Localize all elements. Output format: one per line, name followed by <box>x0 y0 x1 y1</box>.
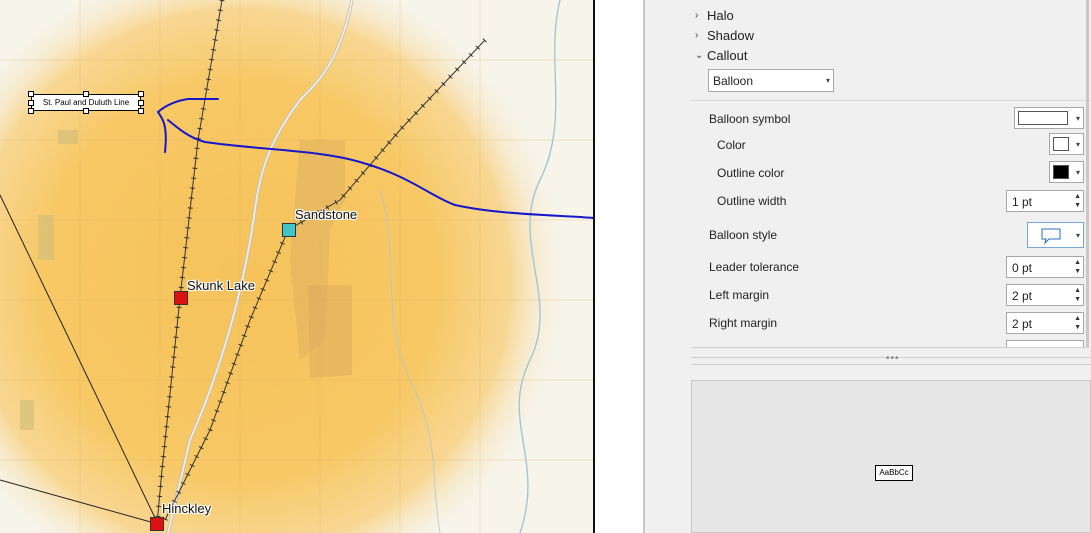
selection-handle[interactable] <box>28 100 34 106</box>
chevron-right-icon: › <box>695 29 699 41</box>
spin-down-icon[interactable]: ▼ <box>1074 268 1081 276</box>
speech-balloon-icon <box>1041 228 1061 245</box>
city-marker-sandstone[interactable] <box>282 223 296 237</box>
symbol-preview: AaBbCc <box>691 380 1091 533</box>
spin-down-icon[interactable]: ▼ <box>1074 324 1081 332</box>
chevron-down-icon: ▾ <box>1075 114 1080 123</box>
symbol-swatch <box>1018 111 1068 125</box>
spin-down-icon[interactable]: ▼ <box>1074 202 1081 210</box>
outline-color-swatch <box>1053 165 1069 179</box>
leader-tolerance-spinner[interactable]: 0 pt ▲ ▼ <box>1006 256 1084 278</box>
preview-splitter[interactable]: ••• <box>691 353 1091 365</box>
spin-up-icon[interactable]: ▲ <box>1074 315 1081 323</box>
outline-color-label: Outline color <box>717 166 785 180</box>
right-margin-spinner[interactable]: 2 pt ▲ ▼ <box>1006 312 1084 334</box>
section-callout[interactable]: ⌄ Callout <box>695 46 747 64</box>
chevron-down-icon: ⌄ <box>695 49 704 61</box>
spin-up-icon[interactable]: ▲ <box>1074 193 1081 201</box>
map-view[interactable]: St. Paul and Duluth Line Sandstone Skunk… <box>0 0 594 533</box>
balloon-symbol-label: Balloon symbol <box>709 112 791 126</box>
leader-tolerance-label: Leader tolerance <box>709 260 800 274</box>
left-margin-spinner[interactable]: 2 pt ▲ ▼ <box>1006 284 1084 306</box>
divider <box>691 100 1091 101</box>
selection-handle[interactable] <box>138 108 144 114</box>
section-shadow[interactable]: › Shadow <box>695 26 754 44</box>
selection-handle[interactable] <box>138 100 144 106</box>
outline-color-picker-button[interactable]: ▾ <box>1049 161 1084 183</box>
spin-down-icon[interactable]: ▼ <box>1074 296 1081 304</box>
spin-up-icon[interactable]: ▲ <box>1074 259 1081 267</box>
scroll-clip-line <box>691 347 1089 348</box>
color-label: Color <box>717 138 746 152</box>
city-label-hinckley: Hinckley <box>162 501 212 516</box>
city-label-skunk-lake: Skunk Lake <box>187 278 255 293</box>
city-marker-hinckley[interactable] <box>150 517 164 531</box>
chevron-down-icon: ▾ <box>825 76 830 85</box>
section-halo[interactable]: › Halo <box>695 6 734 24</box>
selection-handle[interactable] <box>83 108 89 114</box>
left-margin-label: Left margin <box>709 288 770 302</box>
preview-sample-text: AaBbCc <box>875 465 913 481</box>
chevron-right-icon: › <box>695 9 699 21</box>
right-margin-label: Right margin <box>709 316 778 330</box>
outline-width-label: Outline width <box>717 194 787 208</box>
chevron-down-icon: ▾ <box>1075 231 1080 240</box>
city-label-sandstone: Sandstone <box>295 207 358 222</box>
color-swatch <box>1053 137 1069 151</box>
callout-style-dropdown[interactable]: Balloon ▾ <box>708 69 834 92</box>
chevron-down-icon: ▾ <box>1075 168 1080 177</box>
selection-handle[interactable] <box>28 108 34 114</box>
map-canvas <box>0 0 594 533</box>
selection-handle[interactable] <box>83 91 89 97</box>
chevron-down-icon: ▾ <box>1075 140 1080 149</box>
selection-handle[interactable] <box>28 91 34 97</box>
grip-icon: ••• <box>886 353 900 364</box>
outline-width-spinner[interactable]: 1 pt ▲ ▼ <box>1006 190 1084 212</box>
color-picker-button[interactable]: ▾ <box>1049 133 1084 155</box>
refuge-area <box>308 285 352 378</box>
page-margin <box>595 0 644 533</box>
spin-up-icon[interactable]: ▲ <box>1074 287 1081 295</box>
selection-handle[interactable] <box>138 91 144 97</box>
balloon-style-label: Balloon style <box>709 228 778 242</box>
format-text-pane: › Halo › Shadow ⌄ Callout Balloon ▾ Ball… <box>645 0 1091 533</box>
city-marker-skunk-lake[interactable] <box>174 291 188 305</box>
vertical-scrollbar[interactable] <box>1086 0 1089 347</box>
balloon-style-button[interactable]: ▾ <box>1027 222 1084 248</box>
balloon-symbol-button[interactable]: ▾ <box>1014 107 1084 129</box>
partial-spinner[interactable] <box>1006 340 1084 347</box>
